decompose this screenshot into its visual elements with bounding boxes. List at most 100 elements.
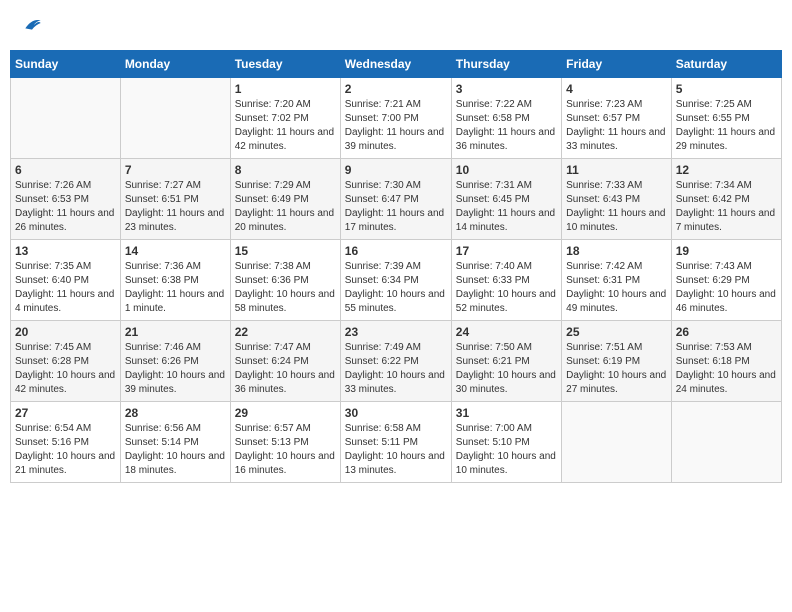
logo	[20, 15, 42, 35]
day-number: 8	[235, 163, 336, 177]
day-number: 20	[15, 325, 116, 339]
day-info: Sunrise: 7:50 AM Sunset: 6:21 PM Dayligh…	[456, 341, 557, 397]
calendar-cell: 9 Sunrise: 7:30 AM Sunset: 6:47 PM Daylig…	[340, 159, 451, 240]
day-info: Sunrise: 7:31 AM Sunset: 6:45 PM Dayligh…	[456, 179, 557, 235]
day-info: Sunrise: 7:22 AM Sunset: 6:58 PM Dayligh…	[456, 98, 557, 154]
day-number: 2	[345, 82, 447, 96]
logo-bird-icon	[22, 15, 42, 35]
day-number: 18	[566, 244, 667, 258]
weekday-header-wednesday: Wednesday	[340, 51, 451, 78]
day-number: 9	[345, 163, 447, 177]
calendar-cell: 27 Sunrise: 6:54 AM Sunset: 5:16 PM Dayli…	[11, 402, 121, 483]
calendar-cell: 2 Sunrise: 7:21 AM Sunset: 7:00 PM Daylig…	[340, 78, 451, 159]
calendar-header-row: SundayMondayTuesdayWednesdayThursdayFrid…	[11, 51, 782, 78]
day-info: Sunrise: 7:51 AM Sunset: 6:19 PM Dayligh…	[566, 341, 667, 397]
day-number: 26	[676, 325, 777, 339]
calendar-cell: 10 Sunrise: 7:31 AM Sunset: 6:45 PM Dayli…	[451, 159, 561, 240]
calendar-cell: 4Sunrise: 7:23 AM Sunset: 6:57 PM Daylig…	[562, 78, 672, 159]
day-number: 10	[456, 163, 557, 177]
calendar-cell: 15Sunrise: 7:38 AM Sunset: 6:36 PM Dayli…	[230, 240, 340, 321]
calendar-cell: 28 Sunrise: 6:56 AM Sunset: 5:14 PM Dayli…	[120, 402, 230, 483]
weekday-header-monday: Monday	[120, 51, 230, 78]
calendar-cell: 8 Sunrise: 7:29 AM Sunset: 6:49 PM Daylig…	[230, 159, 340, 240]
calendar-cell: 5Sunrise: 7:25 AM Sunset: 6:55 PM Daylig…	[671, 78, 781, 159]
day-number: 16	[345, 244, 447, 258]
day-info: Sunrise: 7:43 AM Sunset: 6:29 PM Dayligh…	[676, 260, 777, 316]
calendar-cell: 30 Sunrise: 6:58 AM Sunset: 5:11 PM Dayli…	[340, 402, 451, 483]
day-number: 21	[125, 325, 226, 339]
day-number: 28	[125, 406, 226, 420]
calendar-cell: 6Sunrise: 7:26 AM Sunset: 6:53 PM Daylig…	[11, 159, 121, 240]
day-info: Sunrise: 7:49 AM Sunset: 6:22 PM Dayligh…	[345, 341, 447, 397]
weekday-header-saturday: Saturday	[671, 51, 781, 78]
day-number: 3	[456, 82, 557, 96]
day-info: Sunrise: 7:53 AM Sunset: 6:18 PM Dayligh…	[676, 341, 777, 397]
weekday-header-tuesday: Tuesday	[230, 51, 340, 78]
day-number: 19	[676, 244, 777, 258]
day-info: Sunrise: 7:20 AM Sunset: 7:02 PM Dayligh…	[235, 98, 336, 154]
calendar-cell: 21 Sunrise: 7:46 AM Sunset: 6:26 PM Dayli…	[120, 321, 230, 402]
day-info: Sunrise: 7:47 AM Sunset: 6:24 PM Dayligh…	[235, 341, 336, 397]
calendar-cell: 23 Sunrise: 7:49 AM Sunset: 6:22 PM Dayli…	[340, 321, 451, 402]
day-info: Sunrise: 7:38 AM Sunset: 6:36 PM Dayligh…	[235, 260, 336, 316]
calendar-cell	[11, 78, 121, 159]
day-number: 4	[566, 82, 667, 96]
weekday-header-friday: Friday	[562, 51, 672, 78]
day-number: 23	[345, 325, 447, 339]
calendar-cell: 29 Sunrise: 6:57 AM Sunset: 5:13 PM Dayli…	[230, 402, 340, 483]
day-number: 30	[345, 406, 447, 420]
day-info: Sunrise: 7:27 AM Sunset: 6:51 PM Dayligh…	[125, 179, 226, 235]
day-info: Sunrise: 7:00 AM Sunset: 5:10 PM Dayligh…	[456, 422, 557, 478]
day-info: Sunrise: 7:45 AM Sunset: 6:28 PM Dayligh…	[15, 341, 116, 397]
day-number: 17	[456, 244, 557, 258]
day-number: 14	[125, 244, 226, 258]
calendar-cell: 31Sunrise: 7:00 AM Sunset: 5:10 PM Dayli…	[451, 402, 561, 483]
day-number: 6	[15, 163, 116, 177]
calendar-cell: 16 Sunrise: 7:39 AM Sunset: 6:34 PM Dayli…	[340, 240, 451, 321]
calendar-cell: 12 Sunrise: 7:34 AM Sunset: 6:42 PM Dayli…	[671, 159, 781, 240]
day-info: Sunrise: 7:42 AM Sunset: 6:31 PM Dayligh…	[566, 260, 667, 316]
day-number: 29	[235, 406, 336, 420]
day-number: 12	[676, 163, 777, 177]
day-number: 25	[566, 325, 667, 339]
day-info: Sunrise: 7:36 AM Sunset: 6:38 PM Dayligh…	[125, 260, 226, 316]
calendar-cell: 1 Sunrise: 7:20 AM Sunset: 7:02 PM Daylig…	[230, 78, 340, 159]
day-info: Sunrise: 7:40 AM Sunset: 6:33 PM Dayligh…	[456, 260, 557, 316]
calendar-cell	[562, 402, 672, 483]
day-info: Sunrise: 7:21 AM Sunset: 7:00 PM Dayligh…	[345, 98, 447, 154]
calendar-cell: 3 Sunrise: 7:22 AM Sunset: 6:58 PM Daylig…	[451, 78, 561, 159]
day-info: Sunrise: 7:29 AM Sunset: 6:49 PM Dayligh…	[235, 179, 336, 235]
calendar-week-row: 13 Sunrise: 7:35 AM Sunset: 6:40 PM Dayli…	[11, 240, 782, 321]
day-info: Sunrise: 6:54 AM Sunset: 5:16 PM Dayligh…	[15, 422, 116, 478]
calendar-week-row: 27 Sunrise: 6:54 AM Sunset: 5:16 PM Dayli…	[11, 402, 782, 483]
day-info: Sunrise: 7:39 AM Sunset: 6:34 PM Dayligh…	[345, 260, 447, 316]
day-number: 22	[235, 325, 336, 339]
day-info: Sunrise: 6:58 AM Sunset: 5:11 PM Dayligh…	[345, 422, 447, 478]
page-header	[10, 10, 782, 40]
day-info: Sunrise: 7:46 AM Sunset: 6:26 PM Dayligh…	[125, 341, 226, 397]
calendar-week-row: 20 Sunrise: 7:45 AM Sunset: 6:28 PM Dayli…	[11, 321, 782, 402]
day-info: Sunrise: 7:35 AM Sunset: 6:40 PM Dayligh…	[15, 260, 116, 316]
day-number: 1	[235, 82, 336, 96]
day-info: Sunrise: 7:34 AM Sunset: 6:42 PM Dayligh…	[676, 179, 777, 235]
day-info: Sunrise: 7:30 AM Sunset: 6:47 PM Dayligh…	[345, 179, 447, 235]
day-info: Sunrise: 6:56 AM Sunset: 5:14 PM Dayligh…	[125, 422, 226, 478]
calendar-cell: 18 Sunrise: 7:42 AM Sunset: 6:31 PM Dayli…	[562, 240, 672, 321]
day-info: Sunrise: 7:25 AM Sunset: 6:55 PM Dayligh…	[676, 98, 777, 154]
calendar-cell: 7 Sunrise: 7:27 AM Sunset: 6:51 PM Daylig…	[120, 159, 230, 240]
day-number: 13	[15, 244, 116, 258]
day-info: Sunrise: 7:33 AM Sunset: 6:43 PM Dayligh…	[566, 179, 667, 235]
calendar-cell: 19 Sunrise: 7:43 AM Sunset: 6:29 PM Dayli…	[671, 240, 781, 321]
calendar-table: SundayMondayTuesdayWednesdayThursdayFrid…	[10, 50, 782, 483]
calendar-cell: 22 Sunrise: 7:47 AM Sunset: 6:24 PM Dayli…	[230, 321, 340, 402]
day-number: 7	[125, 163, 226, 177]
day-info: Sunrise: 6:57 AM Sunset: 5:13 PM Dayligh…	[235, 422, 336, 478]
weekday-header-sunday: Sunday	[11, 51, 121, 78]
calendar-cell	[120, 78, 230, 159]
day-number: 27	[15, 406, 116, 420]
calendar-cell: 11 Sunrise: 7:33 AM Sunset: 6:43 PM Dayli…	[562, 159, 672, 240]
weekday-header-thursday: Thursday	[451, 51, 561, 78]
day-number: 11	[566, 163, 667, 177]
calendar-cell: 20 Sunrise: 7:45 AM Sunset: 6:28 PM Dayli…	[11, 321, 121, 402]
calendar-cell: 17 Sunrise: 7:40 AM Sunset: 6:33 PM Dayli…	[451, 240, 561, 321]
